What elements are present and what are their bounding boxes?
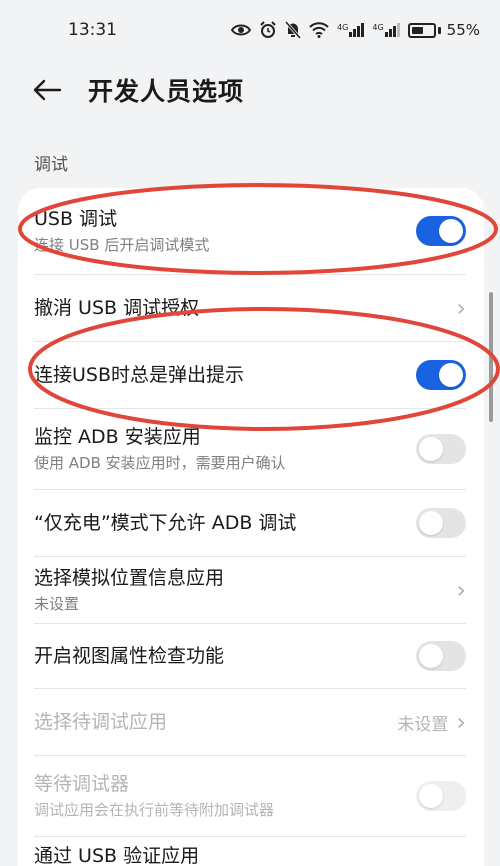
setting-title: 选择模拟位置信息应用: [34, 567, 225, 589]
battery-indicator: 55%: [407, 21, 480, 39]
status-icons: 4G 4G 55%: [231, 21, 480, 39]
chevron-right-icon: ›: [456, 576, 466, 604]
setting-subtitle: 连接 USB 后开启调试模式: [34, 236, 210, 254]
app-header: 开发人员选项: [0, 60, 500, 120]
back-button[interactable]: [32, 70, 72, 110]
section-label: 调试: [34, 155, 68, 175]
setting-title: 通过 USB 验证应用: [34, 845, 200, 866]
setting-subtitle: 使用 ADB 安装应用时，需要用户确认: [34, 454, 286, 472]
setting-title: USB 调试: [34, 208, 118, 230]
setting-title: “仅充电”模式下允许 ADB 调试: [34, 512, 297, 534]
charge-only-adb-toggle[interactable]: [416, 508, 466, 538]
setting-wait-for-debugger[interactable]: 等待调试器 调试应用会在执行前等待附加调试器: [18, 756, 484, 836]
wifi-icon: [309, 22, 329, 38]
mute-bell-icon: [285, 21, 302, 39]
eye-icon: [231, 24, 252, 36]
settings-card: USB 调试 连接 USB 后开启调试模式 撤消 USB 调试授权 › 连接US…: [18, 188, 484, 866]
wait-for-debugger-toggle[interactable]: [416, 781, 466, 811]
chevron-right-icon: ›: [456, 294, 466, 322]
setting-select-debug-app[interactable]: 选择待调试应用 未设置 ›: [18, 689, 484, 755]
usb-connect-prompt-toggle[interactable]: [416, 360, 466, 390]
setting-title: 撤消 USB 调试授权: [34, 297, 200, 319]
setting-usb-connect-prompt[interactable]: 连接USB时总是弹出提示: [18, 342, 484, 408]
usb-debugging-toggle[interactable]: [416, 216, 466, 246]
setting-verify-apps-usb[interactable]: 通过 USB 验证应用: [18, 837, 484, 866]
setting-title: 选择待调试应用: [34, 711, 168, 733]
page-title: 开发人员选项: [88, 77, 245, 106]
setting-revoke-usb-auth[interactable]: 撤消 USB 调试授权 ›: [18, 275, 484, 341]
signal-icon: 4G: [337, 23, 365, 37]
battery-percent: 55%: [446, 21, 480, 39]
setting-mock-location-app[interactable]: 选择模拟位置信息应用 未设置 ›: [18, 557, 484, 623]
setting-title: 等待调试器: [34, 773, 130, 795]
chevron-right-icon: ›: [456, 708, 466, 736]
status-bar: 13:31 4G 4G 55%: [0, 0, 500, 60]
monitor-adb-install-toggle[interactable]: [416, 434, 466, 464]
setting-monitor-adb-install[interactable]: 监控 ADB 安装应用 使用 ADB 安装应用时，需要用户确认: [18, 409, 484, 489]
setting-subtitle: 未设置: [34, 595, 80, 613]
battery-icon: [407, 22, 436, 38]
scrollbar[interactable]: [489, 292, 493, 422]
setting-title: 监控 ADB 安装应用: [34, 426, 201, 448]
setting-view-attribute-inspection[interactable]: 开启视图属性检查功能: [18, 624, 484, 688]
setting-title: 连接USB时总是弹出提示: [34, 364, 245, 386]
status-time: 13:31: [68, 20, 117, 40]
setting-title: 开启视图属性检查功能: [34, 645, 225, 667]
alarm-icon: [260, 21, 276, 38]
setting-charge-only-adb[interactable]: “仅充电”模式下允许 ADB 调试: [18, 490, 484, 556]
view-attribute-inspection-toggle[interactable]: [416, 641, 466, 671]
setting-usb-debugging[interactable]: USB 调试 连接 USB 后开启调试模式: [18, 188, 484, 274]
setting-subtitle: 调试应用会在执行前等待附加调试器: [34, 801, 275, 819]
back-arrow-icon: [33, 79, 62, 101]
signal-icon: 4G: [372, 23, 400, 37]
setting-value: 未设置: [397, 714, 449, 735]
